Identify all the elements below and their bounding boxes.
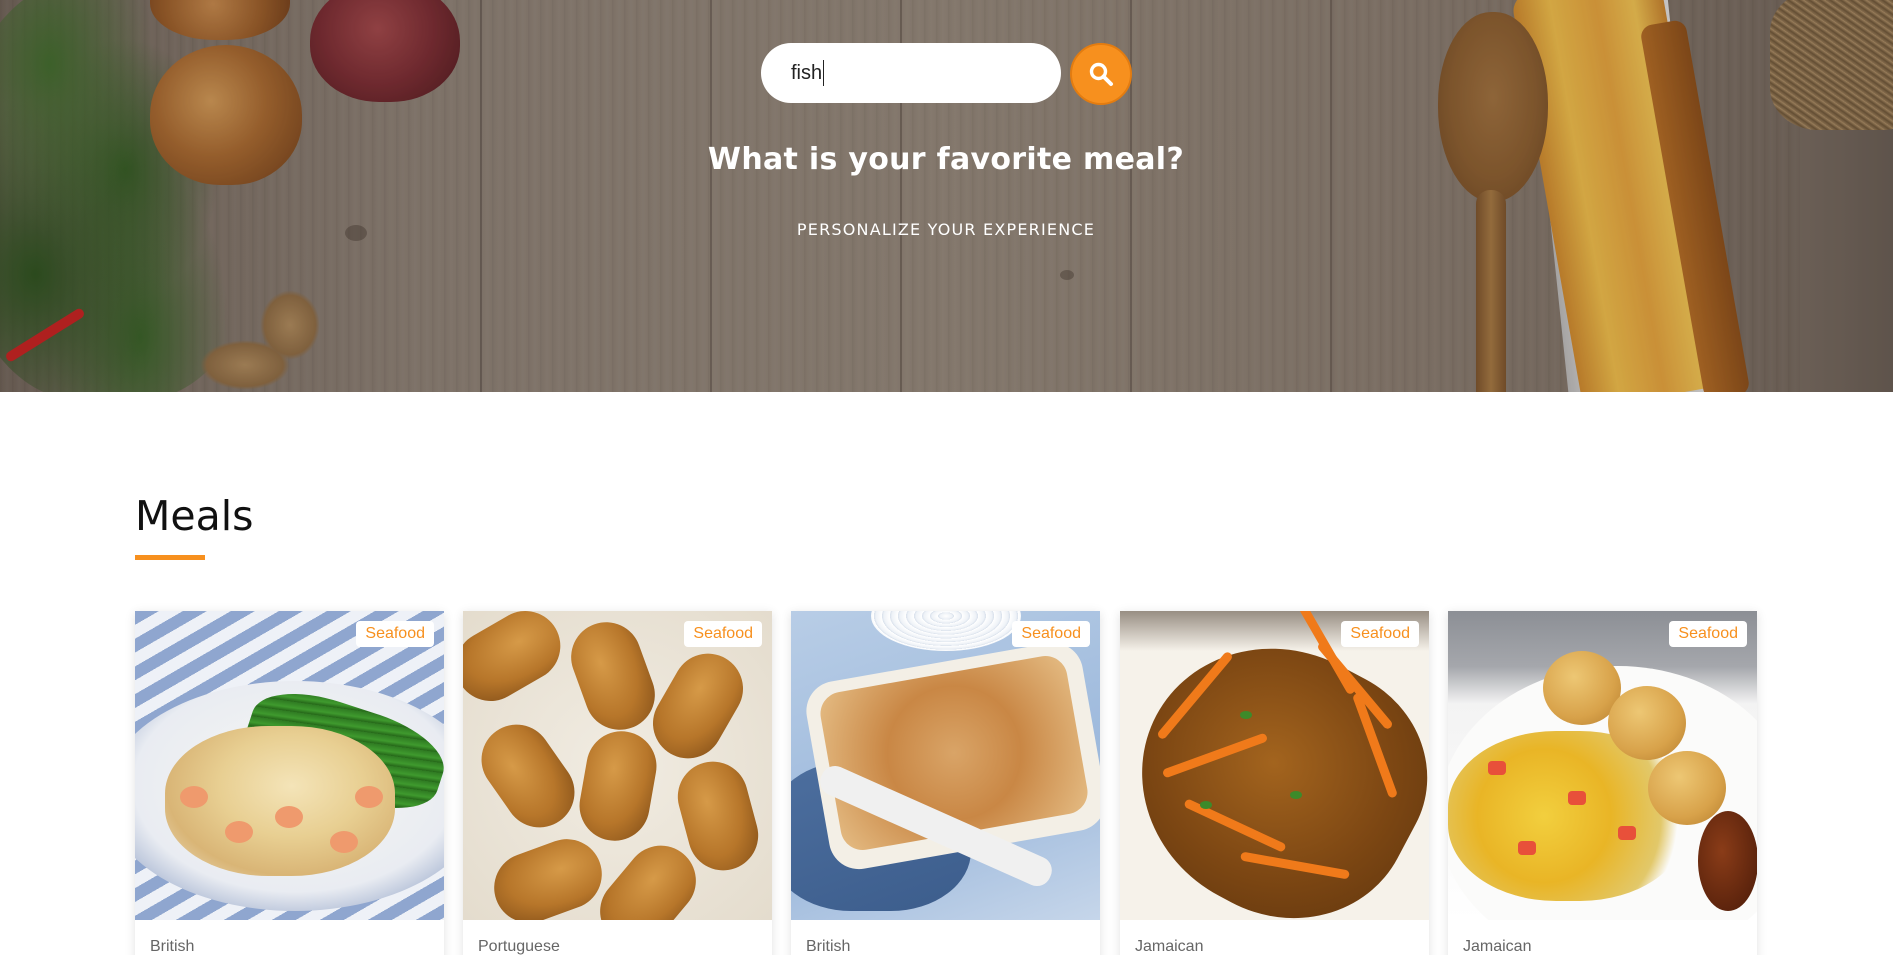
prawn-graphic (355, 786, 383, 808)
search-button[interactable] (1070, 43, 1132, 105)
meal-image[interactable] (1448, 611, 1757, 920)
meal-area-label: Portuguese (478, 938, 560, 955)
meal-image[interactable] (1120, 611, 1429, 920)
dumpling-graphic (1608, 686, 1686, 760)
meal-card[interactable]: Seafood British (791, 611, 1100, 955)
herb-graphic (1200, 801, 1212, 809)
croquette-graphic (640, 640, 756, 772)
meals-heading: Meals (135, 492, 254, 540)
croquette-graphic (463, 611, 574, 714)
category-badge: Seafood (1341, 621, 1419, 647)
meal-card[interactable]: Seafood Portuguese (463, 611, 772, 955)
meal-card[interactable]: Seafood Jamaican (1120, 611, 1429, 955)
dumpling-graphic (1648, 751, 1726, 825)
category-badge: Seafood (1669, 621, 1747, 647)
search-input[interactable] (761, 43, 1061, 103)
herb-graphic (1240, 711, 1252, 719)
croquette-graphic (561, 612, 665, 740)
meal-image[interactable] (463, 611, 772, 920)
meal-card[interactable]: Seafood British (135, 611, 444, 955)
herb-graphic (1290, 791, 1302, 799)
prawn-graphic (225, 821, 253, 843)
croquette-graphic (573, 725, 663, 847)
meal-card-list: Seafood British Seafood Portuguese Seafo… (135, 611, 1758, 955)
tomato-graphic (1518, 841, 1536, 855)
category-badge: Seafood (1012, 621, 1090, 647)
category-badge: Seafood (356, 621, 434, 647)
meal-area-label: Jamaican (1463, 938, 1532, 955)
prawn-graphic (330, 831, 358, 853)
heading-underline (135, 555, 205, 560)
category-badge: Seafood (684, 621, 762, 647)
text-caret (823, 60, 824, 86)
meal-image[interactable] (791, 611, 1100, 920)
meal-area-label: British (150, 938, 195, 955)
meal-card[interactable]: Seafood Jamaican (1448, 611, 1757, 955)
hero-title: What is your favorite meal? (707, 142, 1185, 177)
plantain-graphic (1698, 811, 1757, 911)
hero-subtitle: PERSONALIZE YOUR EXPERIENCE (796, 220, 1096, 239)
stacked-plates-graphic (871, 611, 1021, 651)
meal-area-label: Jamaican (1135, 938, 1204, 955)
meal-area-label: British (806, 938, 851, 955)
hero-banner: What is your favorite meal? PERSONALIZE … (0, 0, 1893, 392)
tomato-graphic (1488, 761, 1506, 775)
prawn-graphic (275, 806, 303, 828)
meal-image[interactable] (135, 611, 444, 920)
search-icon (1089, 62, 1113, 86)
tomato-graphic (1618, 826, 1636, 840)
croquette-graphic (467, 710, 589, 842)
croquette-graphic (484, 829, 612, 920)
prawn-graphic (180, 786, 208, 808)
tomato-graphic (1568, 791, 1586, 805)
